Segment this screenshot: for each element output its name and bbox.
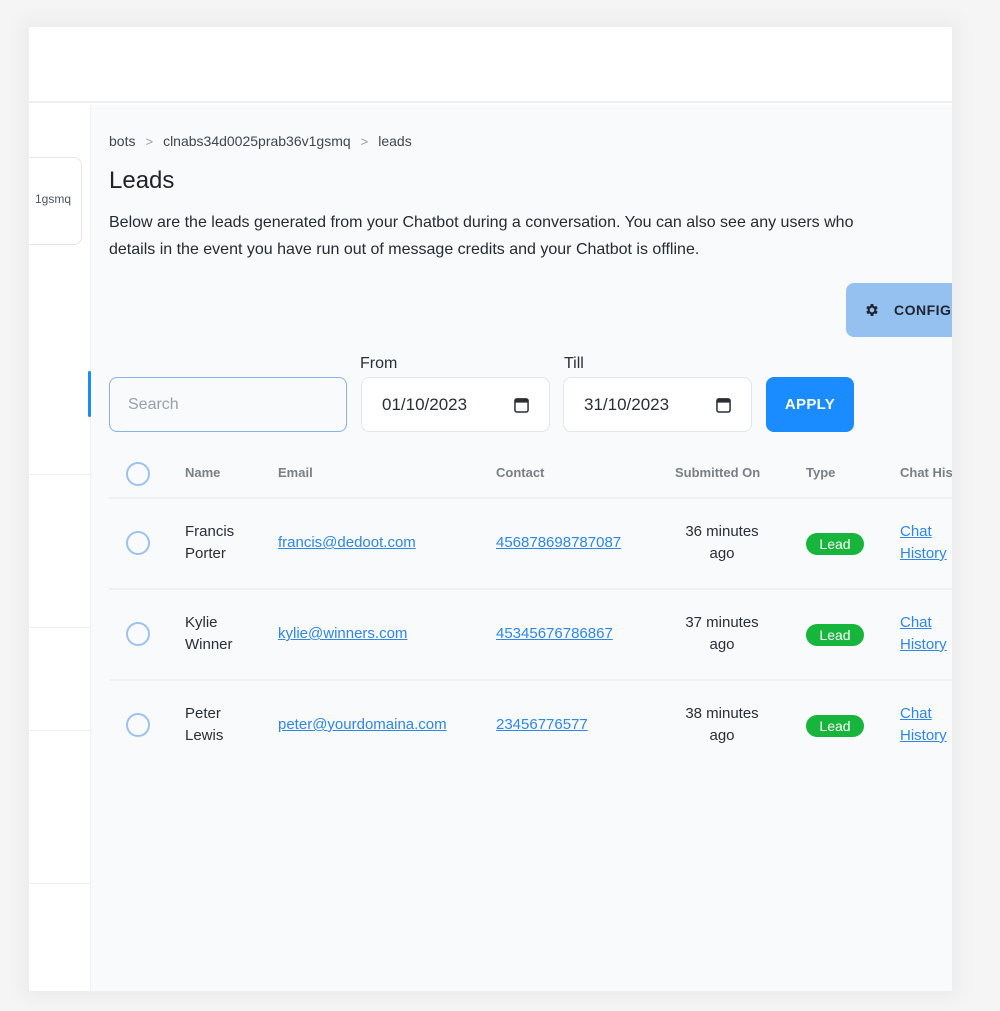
sidebar-divider (29, 883, 91, 884)
submitted-suffix: ago (709, 545, 735, 562)
breadcrumb-leads: leads (378, 133, 412, 149)
chat-history-label: History (900, 636, 947, 653)
lead-type-badge: Lead (806, 624, 864, 646)
leads-table: Name Email Contact Submitted On Type Cha… (109, 447, 952, 772)
lead-submitted-on: 37 minutes ago (667, 612, 777, 656)
main-content: bots > clnabs34d0025prab36v1gsmq > leads… (91, 105, 952, 991)
chat-history-label: Chat (900, 614, 932, 631)
table-header: Name Email Contact Submitted On Type Cha… (109, 447, 952, 499)
chat-history-label: History (900, 727, 947, 744)
config-button-label: CONFIG (894, 302, 952, 318)
breadcrumb: bots > clnabs34d0025prab36v1gsmq > leads (109, 133, 412, 149)
column-header-chat-history[interactable]: Chat History (900, 465, 952, 480)
lead-submitted-on: 38 minutes ago (667, 703, 777, 747)
description-line: Below are the leads generated from your … (109, 214, 854, 231)
breadcrumb-bots[interactable]: bots (109, 133, 135, 149)
config-button[interactable]: CONFIG (846, 283, 952, 337)
calendar-icon[interactable] (514, 397, 529, 413)
sidebar-divider (29, 730, 91, 731)
from-label: From (360, 355, 398, 372)
submitted-suffix: ago (709, 727, 735, 744)
breadcrumb-separator: > (360, 133, 369, 149)
lead-name: Peter Lewis (185, 703, 255, 747)
row-checkbox[interactable] (126, 622, 150, 646)
submitted-time: 37 minutes (685, 614, 759, 631)
lead-submitted-on: 36 minutes ago (667, 521, 777, 565)
chat-history-link[interactable]: Chat History (900, 521, 952, 565)
table-row: Peter Lewis peter@yourdomaina.com 234567… (109, 681, 952, 772)
from-date-value: 01/10/2023 (382, 394, 468, 414)
lead-first-name: Peter (185, 705, 221, 722)
column-header-type[interactable]: Type (806, 465, 835, 480)
column-header-submitted-on[interactable]: Submitted On (675, 465, 760, 480)
lead-last-name: Winner (185, 636, 233, 653)
column-header-contact[interactable]: Contact (496, 465, 544, 480)
calendar-icon[interactable] (716, 397, 731, 413)
submitted-time: 38 minutes (685, 705, 759, 722)
chat-history-label: Chat (900, 523, 932, 540)
till-date-value: 31/10/2023 (584, 394, 670, 414)
lead-contact-link[interactable]: 456878698787087 (496, 532, 621, 554)
lead-name: Kylie Winner (185, 612, 255, 656)
lead-email-link[interactable]: peter@yourdomaina.com (278, 714, 447, 736)
lead-contact-link[interactable]: 45345676786867 (496, 623, 613, 645)
bot-card[interactable]: 1gsmq (29, 157, 82, 245)
sidebar: 1gsmq (29, 105, 91, 991)
chat-history-label: History (900, 545, 947, 562)
column-header-email[interactable]: Email (278, 465, 313, 480)
chat-history-link[interactable]: Chat History (900, 703, 952, 747)
table-row: Kylie Winner kylie@winners.com 453456767… (109, 590, 952, 681)
submitted-time: 36 minutes (685, 523, 759, 540)
description-line: details in the event you have run out of… (109, 241, 700, 258)
lead-first-name: Kylie (185, 614, 218, 631)
bot-card-label: 1gsmq (34, 192, 71, 206)
app-window: 1gsmq bots > clnabs34d0025prab36v1gsmq >… (29, 27, 952, 991)
sidebar-divider (29, 474, 91, 475)
lead-name: Francis Porter (185, 521, 255, 565)
from-date-input[interactable]: 01/10/2023 (361, 377, 550, 432)
till-label: Till (564, 355, 584, 372)
chat-history-label: Chat (900, 705, 932, 722)
lead-type-badge: Lead (806, 533, 864, 555)
row-checkbox[interactable] (126, 531, 150, 555)
page-description: Below are the leads generated from your … (109, 209, 952, 263)
search-input[interactable] (109, 377, 347, 432)
select-all-checkbox[interactable] (126, 462, 150, 486)
breadcrumb-bot-id[interactable]: clnabs34d0025prab36v1gsmq (163, 133, 351, 149)
lead-last-name: Lewis (185, 727, 224, 744)
table-row: Francis Porter francis@dedoot.com 456878… (109, 499, 952, 590)
top-header (29, 27, 952, 103)
column-header-name[interactable]: Name (185, 465, 220, 480)
page-title: Leads (109, 167, 175, 194)
sidebar-divider (29, 627, 91, 628)
chat-history-link[interactable]: Chat History (900, 612, 952, 656)
gear-icon (866, 304, 878, 316)
apply-button[interactable]: APPLY (766, 377, 854, 432)
breadcrumb-separator: > (145, 133, 154, 149)
lead-contact-link[interactable]: 23456776577 (496, 714, 588, 736)
lead-first-name: Francis (185, 523, 235, 540)
row-checkbox[interactable] (126, 713, 150, 737)
till-date-input[interactable]: 31/10/2023 (563, 377, 752, 432)
lead-last-name: Porter (185, 545, 226, 562)
lead-type-badge: Lead (806, 715, 864, 737)
lead-email-link[interactable]: kylie@winners.com (278, 623, 407, 645)
lead-email-link[interactable]: francis@dedoot.com (278, 532, 416, 554)
submitted-suffix: ago (709, 636, 735, 653)
